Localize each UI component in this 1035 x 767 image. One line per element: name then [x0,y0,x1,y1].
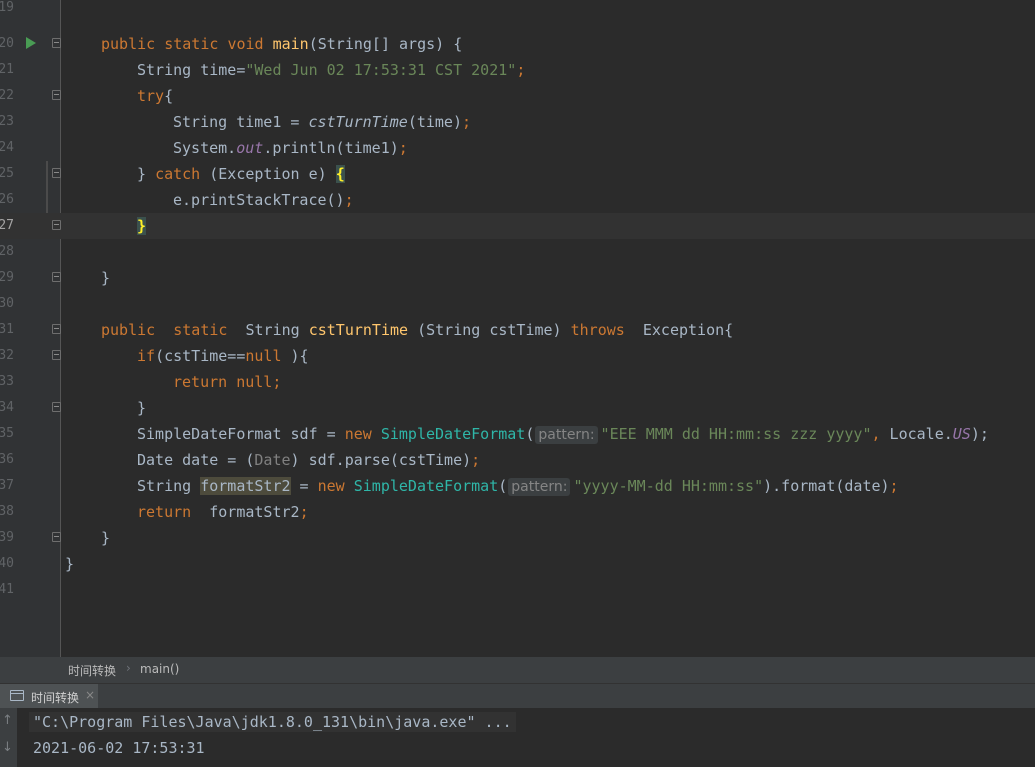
code-line: 33 return null; [0,369,1035,395]
run-tool-window-header: 时间转换 × [0,683,1035,708]
code-text: System.out.println(time1); [173,139,408,157]
parameter-hint: pattern: [535,426,598,444]
code-text: String time1 = cstTurnTime(time); [173,113,472,131]
code-text: } [101,269,111,287]
code-text: } [137,216,147,236]
code-line: 24 System.out.println(time1); [0,135,1035,161]
fold-icon[interactable] [52,402,61,412]
line-number: 29 [0,270,14,285]
breadcrumb-separator: › [126,661,131,675]
code-text: } [65,555,75,573]
code-line: 35 SimpleDateFormat sdf = new SimpleDate… [0,421,1035,447]
code-text: } catch (Exception e) { [137,165,345,183]
fold-icon[interactable] [52,220,61,230]
fold-icon[interactable] [52,90,61,100]
code-line: 25 } catch (Exception e) { [0,161,1035,187]
fold-icon[interactable] [52,532,61,542]
code-line: 26 e.printStackTrace(); [0,187,1035,213]
code-line: 19 [0,0,1035,21]
code-text: try{ [137,87,174,105]
code-line-current: 27 } [0,213,1035,239]
line-number: 27 [0,218,14,233]
code-text: return formatStr2; [137,503,309,521]
fold-icon[interactable] [52,38,61,48]
fold-icon[interactable] [52,350,61,360]
code-text: if(cstTime==null ){ [137,347,309,365]
code-line: 21 String time="Wed Jun 02 17:53:31 CST … [0,57,1035,83]
code-text: } [137,399,147,417]
breadcrumb: 时间转换 › main() [0,657,1035,683]
run-console[interactable]: ↑ ↓ "C:\Program Files\Java\jdk1.8.0_131\… [0,708,1035,767]
code-line: 40 } [0,551,1035,577]
fold-icon[interactable] [52,324,61,334]
run-tab[interactable]: 时间转换 × [0,684,98,708]
line-number: 28 [0,244,14,259]
code-text: public static void main(String[] args) { [101,35,463,53]
code-line: 31 public static String cstTurnTime (Str… [0,317,1035,343]
code-line: 41 [0,577,1035,603]
line-number: 26 [0,192,14,207]
console-toolbar: ↑ ↓ [0,708,17,767]
code-line: 22 try{ [0,83,1035,109]
run-icon[interactable] [26,37,36,49]
breadcrumb-class[interactable]: 时间转换 [68,662,116,679]
highlighted-identifier: formatStr2 [200,477,291,495]
line-number: 24 [0,140,14,155]
line-number: 40 [0,556,14,571]
breadcrumb-method[interactable]: main() [140,662,179,676]
code-text: e.printStackTrace(); [173,191,354,209]
parameter-hint: pattern: [508,478,571,496]
code-text: return null; [173,373,282,391]
line-number: 30 [0,296,14,311]
code-line: 38 return formatStr2; [0,499,1035,525]
code-line: 30 [0,291,1035,317]
code-text: String time="Wed Jun 02 17:53:31 CST 202… [137,61,526,79]
arrow-up-icon[interactable]: ↑ [2,713,13,728]
arrow-down-icon[interactable]: ↓ [2,740,13,755]
run-tab-label: 时间转换 [31,691,80,705]
line-number: 37 [0,478,14,493]
fold-icon[interactable] [52,168,61,178]
code-line: 29 } [0,265,1035,291]
line-number: 34 [0,400,14,415]
matched-brace: } [137,217,147,235]
code-line: 34 } [0,395,1035,421]
line-number: 33 [0,374,14,389]
close-icon[interactable]: × [85,688,95,702]
line-number: 23 [0,114,14,129]
matched-brace: { [335,165,345,183]
console-command[interactable]: "C:\Program Files\Java\jdk1.8.0_131\bin\… [29,712,516,732]
line-number: 31 [0,322,14,337]
code-line: 32 if(cstTime==null ){ [0,343,1035,369]
line-number: 21 [0,62,14,77]
code-line: 36 Date date = (Date) sdf.parse(cstTime)… [0,447,1035,473]
code-line: 37 String formatStr2 = new SimpleDateFor… [0,473,1035,499]
code-line: 39 } [0,525,1035,551]
line-number: 20 [0,36,14,51]
line-number: 25 [0,166,14,181]
line-number: 39 [0,530,14,545]
run-config-icon [10,690,24,701]
line-number: 19 [0,0,14,15]
code-text: SimpleDateFormat sdf = new SimpleDateFor… [137,425,989,444]
code-editor[interactable]: 19 20 public static void main(String[] a… [0,0,1035,657]
code-line: 20 public static void main(String[] args… [0,31,1035,57]
code-text: Date date = (Date) sdf.parse(cstTime); [137,451,481,469]
fold-icon[interactable] [52,272,61,282]
line-number: 22 [0,88,14,103]
line-number: 32 [0,348,14,363]
code-line: 28 [0,239,1035,265]
line-number: 36 [0,452,14,467]
line-number: 41 [0,582,14,597]
console-output: 2021-06-02 17:53:31 [33,739,205,757]
code-text: public static String cstTurnTime (String… [101,321,734,339]
line-number: 38 [0,504,14,519]
code-line: 23 String time1 = cstTurnTime(time); [0,109,1035,135]
line-number: 35 [0,426,14,441]
code-text: String formatStr2 = new SimpleDateFormat… [137,477,899,496]
code-text: } [101,529,111,547]
